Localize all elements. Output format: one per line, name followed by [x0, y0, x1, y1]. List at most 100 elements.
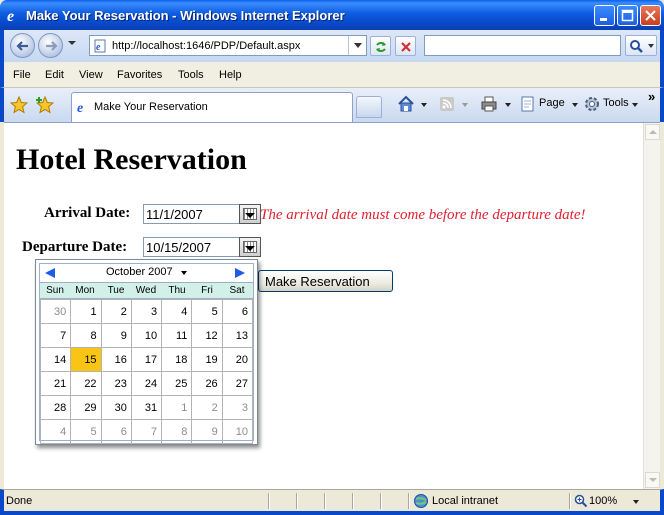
calendar-day[interactable]: 1 — [70, 299, 102, 324]
menu-file[interactable]: File — [13, 69, 31, 81]
search-options-dropdown[interactable] — [648, 44, 654, 48]
calendar-day[interactable]: 2 — [191, 395, 223, 420]
calendar-day[interactable]: 14 — [39, 347, 72, 372]
calendar-day[interactable]: 5 — [70, 419, 102, 444]
calendar-day[interactable]: 7 — [130, 419, 163, 444]
print-icon[interactable] — [480, 95, 498, 113]
back-button[interactable] — [10, 33, 35, 58]
menu-help[interactable]: Help — [219, 69, 242, 81]
maximize-button[interactable] — [617, 5, 638, 26]
month-dropdown-icon[interactable] — [181, 271, 187, 275]
make-reservation-button[interactable]: Make Reservation — [258, 270, 393, 292]
next-month-button[interactable] — [235, 268, 245, 278]
calendar-day[interactable]: 3 — [130, 299, 163, 324]
tools-menu-button[interactable]: Tools — [603, 97, 629, 109]
address-dropdown[interactable] — [348, 36, 366, 55]
calendar-day-selected[interactable]: 15 — [70, 347, 102, 372]
calendar-day[interactable]: 16 — [100, 347, 132, 372]
security-zone[interactable]: Local intranet — [432, 495, 498, 507]
favorites-star-icon[interactable] — [10, 96, 28, 114]
calendar-day[interactable]: 29 — [70, 395, 102, 420]
calendar-day[interactable]: 13 — [221, 323, 254, 348]
minimize-button[interactable] — [594, 5, 615, 26]
calendar-day[interactable]: 4 — [39, 419, 72, 444]
stop-button[interactable] — [395, 36, 416, 56]
calendar-day[interactable]: 10 — [130, 323, 163, 348]
calendar-day[interactable]: 23 — [100, 371, 132, 396]
calendar-day[interactable]: 27 — [221, 371, 254, 396]
calendar-day[interactable]: 28 — [39, 395, 72, 420]
calendar-day[interactable]: 30 — [39, 299, 72, 324]
close-button[interactable] — [640, 5, 661, 26]
home-dropdown[interactable] — [421, 103, 427, 107]
departure-calendar-button[interactable] — [239, 237, 261, 257]
tab-make-your-reservation[interactable]: e Make Your Reservation — [71, 92, 353, 122]
search-button[interactable] — [625, 35, 657, 56]
recent-pages-dropdown[interactable] — [68, 41, 76, 45]
dow-fri: Fri — [201, 285, 213, 296]
arrival-calendar-button[interactable] — [239, 204, 261, 224]
scroll-up-button[interactable] — [645, 124, 660, 140]
calendar-day[interactable]: 4 — [161, 299, 193, 324]
calendar-day[interactable]: 18 — [161, 347, 193, 372]
forward-button[interactable] — [38, 33, 63, 58]
address-field[interactable]: e http://localhost:1646/PDP/Default.aspx — [89, 35, 367, 56]
calendar-day[interactable]: 6 — [100, 419, 132, 444]
calendar-day[interactable]: 24 — [130, 371, 163, 396]
departure-date-label: Departure Date: — [22, 239, 128, 255]
arrival-date-value[interactable]: 11/1/2007 — [146, 207, 203, 222]
intranet-globe-icon — [414, 494, 428, 508]
calendar-day[interactable]: 21 — [39, 371, 72, 396]
page-dropdown[interactable] — [572, 103, 578, 107]
home-icon[interactable] — [397, 95, 415, 113]
calendar-day[interactable]: 20 — [221, 347, 254, 372]
calendar-day[interactable]: 30 — [100, 395, 132, 420]
calendar-day[interactable]: 8 — [161, 419, 193, 444]
calendar-day[interactable]: 26 — [191, 371, 223, 396]
calendar-day[interactable]: 10 — [221, 419, 254, 444]
calendar-day[interactable]: 25 — [161, 371, 193, 396]
dow-mon: Mon — [75, 285, 95, 296]
calendar-day[interactable]: 9 — [100, 323, 132, 348]
svg-text:e: e — [7, 8, 14, 23]
menu-tools[interactable]: Tools — [178, 69, 204, 81]
calendar-day[interactable]: 7 — [39, 323, 72, 348]
zoom-dropdown[interactable] — [633, 500, 639, 504]
tools-dropdown[interactable] — [632, 103, 638, 107]
scroll-down-button[interactable] — [645, 472, 660, 488]
calendar-month[interactable]: October 2007 — [106, 266, 173, 278]
calendar-day[interactable]: 22 — [70, 371, 102, 396]
calendar-day[interactable]: 2 — [100, 299, 132, 324]
menu-edit[interactable]: Edit — [45, 69, 64, 81]
zoom-level[interactable]: 100% — [589, 495, 617, 507]
print-dropdown[interactable] — [505, 103, 511, 107]
feeds-dropdown[interactable] — [462, 103, 468, 107]
status-text: Done — [6, 495, 33, 507]
departure-date-picker[interactable]: 10/15/2007 — [143, 237, 261, 257]
calendar-day[interactable]: 31 — [130, 395, 163, 420]
arrival-date-picker[interactable]: 11/1/2007 — [143, 204, 261, 224]
calendar-day[interactable]: 5 — [191, 299, 223, 324]
feeds-icon[interactable] — [438, 95, 456, 113]
calendar-day[interactable]: 12 — [191, 323, 223, 348]
calendar-day[interactable]: 8 — [70, 323, 102, 348]
more-commands-chevron[interactable]: » — [648, 89, 655, 104]
previous-month-button[interactable] — [45, 268, 55, 278]
menu-favorites[interactable]: Favorites — [117, 69, 162, 81]
calendar-day[interactable]: 19 — [191, 347, 223, 372]
add-favorites-icon[interactable] — [36, 96, 54, 114]
page-menu-button[interactable]: Page — [539, 97, 565, 109]
calendar-day[interactable]: 1 — [161, 395, 193, 420]
calendar-day[interactable]: 3 — [221, 395, 254, 420]
search-input[interactable] — [424, 35, 621, 56]
calendar-day[interactable]: 17 — [130, 347, 163, 372]
menu-view[interactable]: View — [79, 69, 103, 81]
vertical-scrollbar[interactable] — [643, 123, 660, 489]
calendar-day[interactable]: 6 — [221, 299, 254, 324]
new-tab-button[interactable] — [356, 96, 382, 118]
calendar-header: October 2007 — [40, 264, 253, 282]
departure-date-value[interactable]: 10/15/2007 — [146, 240, 211, 255]
calendar-day[interactable]: 9 — [191, 419, 223, 444]
refresh-button[interactable] — [370, 36, 391, 56]
calendar-day[interactable]: 11 — [161, 323, 193, 348]
